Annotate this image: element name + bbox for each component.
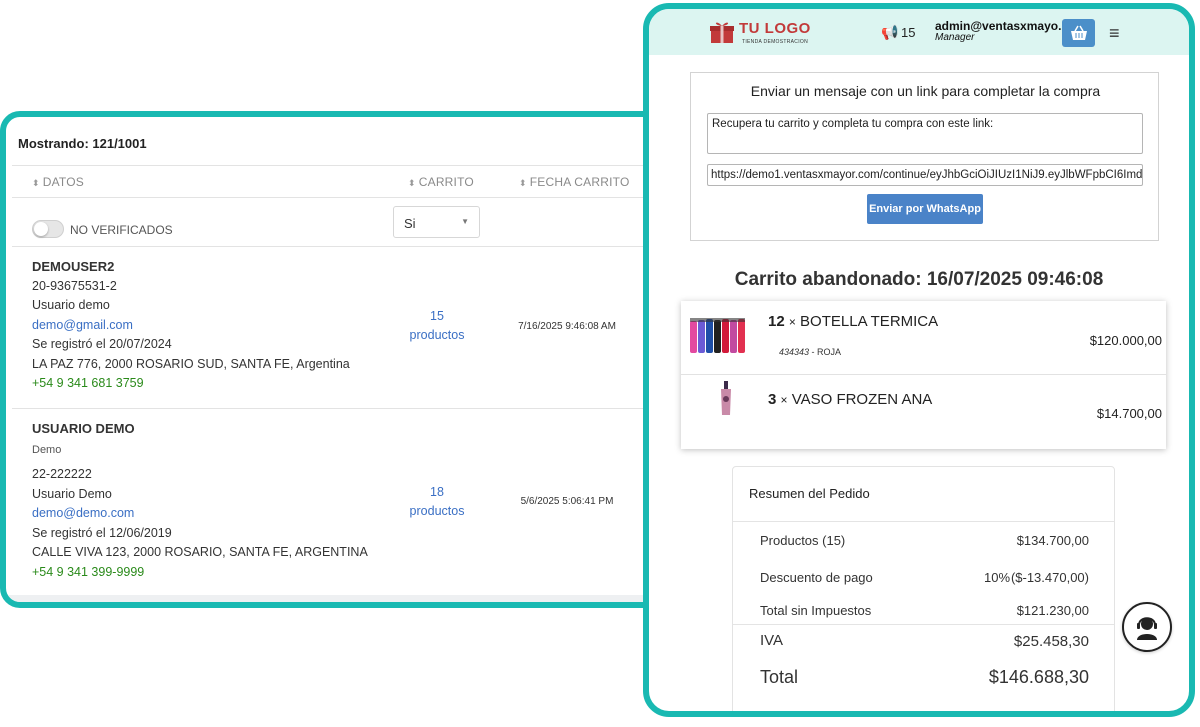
basket-button[interactable]: [1062, 19, 1095, 47]
cart-filter-value: Si: [404, 216, 416, 231]
item-variant: 434343 - ROJA: [779, 347, 841, 357]
basket-icon: [1070, 25, 1087, 40]
cart-count-unit: productos: [409, 328, 465, 342]
store-logo[interactable]: TU LOGO: [739, 20, 811, 37]
column-header-label: DATOS: [42, 175, 84, 189]
cart-date: 7/16/2025 9:46:08 AM: [518, 321, 616, 332]
message-textarea[interactable]: Recupera tu carrito y completa tu compra…: [707, 113, 1143, 154]
customer-registered: Se registró el 12/06/2019: [32, 525, 172, 540]
summary-iva-label: IVA: [760, 632, 784, 649]
summary-descuento-label: Descuento de pago: [760, 570, 873, 585]
sort-icon: ⬍: [408, 178, 416, 188]
column-header-fecha[interactable]: ⬍ FECHA CARRITO: [519, 175, 629, 189]
column-header-carrito[interactable]: ⬍ CARRITO: [408, 175, 474, 189]
user-role: Manager: [935, 32, 975, 43]
item-name[interactable]: VASO FROZEN ANA: [792, 391, 933, 408]
showing-count: Mostrando: 121/1001: [18, 136, 147, 151]
chevron-down-icon: ▼: [461, 217, 469, 226]
summary-title: Resumen del Pedido: [749, 486, 870, 501]
sort-icon: ⬍: [32, 178, 40, 188]
menu-icon[interactable]: ≡: [1109, 23, 1120, 44]
customer-subtitle: Demo: [32, 443, 62, 456]
unverified-toggle[interactable]: [32, 220, 64, 238]
customer-user: Usuario demo: [32, 298, 110, 312]
summary-total-label: Total: [760, 667, 799, 687]
item-sku: 434343: [779, 347, 810, 357]
divider: [12, 165, 672, 166]
customer-email-link[interactable]: demo@gmail.com: [32, 316, 350, 336]
store-logo-subtitle: TIENDA DEMOSTRACION: [742, 39, 808, 45]
table-row[interactable]: DEMOUSER2 20-93675531-2 Usuario demo dem…: [32, 257, 350, 394]
cart-date: 5/6/2025 5:06:41 PM: [520, 496, 614, 507]
product-image-bottles[interactable]: [689, 317, 751, 360]
summary-descuento-value: ($-13.470,00): [1010, 570, 1089, 585]
item-times: ×: [788, 315, 796, 329]
summary-sin-impuestos-value: $121.230,00: [1016, 603, 1089, 618]
item-name[interactable]: BOTELLA TERMICA: [800, 313, 938, 330]
customer-phone-link[interactable]: +54 9 341 399-9999: [32, 563, 368, 583]
item-price: $14.700,00: [1096, 406, 1162, 421]
message-box-title: Enviar un mensaje con un link para compl…: [750, 83, 1101, 99]
item-line: 12 × BOTELLA TERMICA: [768, 313, 938, 330]
item-qty: 3: [768, 391, 777, 408]
user-email[interactable]: admin@ventasxmayo...: [935, 19, 1068, 33]
store-panel: TU LOGO TIENDA DEMOSTRACION 📢 15 admin@v…: [643, 3, 1195, 717]
customer-user: Usuario Demo: [32, 486, 112, 501]
megaphone-icon[interactable]: 📢: [881, 24, 898, 41]
toggle-knob: [34, 222, 48, 236]
divider: [681, 374, 1166, 375]
divider: [12, 197, 672, 198]
customer-list-panel: Mostrando: 121/1001 ⬍ DATOS ⬍ CARRITO ⬍ FEC…: [0, 111, 680, 608]
product-image-cup[interactable]: [719, 381, 733, 422]
summary-descuento-pct: 10%: [984, 570, 1011, 585]
customer-tax-id: 20-93675531-2: [32, 278, 117, 293]
link-input[interactable]: https://demo1.ventasxmayor.com/continue/…: [707, 164, 1143, 186]
item-price: $120.000,00: [1089, 333, 1162, 348]
cart-count-value: 18: [430, 485, 444, 499]
support-chat-button[interactable]: [1122, 602, 1172, 652]
cart-count-unit: productos: [409, 504, 465, 518]
cart-filter-select[interactable]: Si ▼: [393, 206, 480, 238]
sort-icon: ⬍: [519, 178, 527, 188]
cart-items: 12 × BOTELLA TERMICA 434343 - ROJA $120.…: [681, 301, 1166, 449]
send-whatsapp-button[interactable]: Enviar por WhatsApp: [867, 194, 983, 224]
column-header-label: FECHA CARRITO: [529, 175, 630, 189]
headset-icon: [1137, 617, 1157, 640]
abandoned-cart-title: Carrito abandonado: 16/07/2025 09:46:08: [734, 269, 1104, 290]
item-variant-name: - ROJA: [809, 347, 842, 357]
summary-total-value: $146.688,30: [988, 667, 1089, 687]
notification-count[interactable]: 15: [901, 25, 915, 40]
divider: [12, 408, 672, 409]
list-footer: [6, 595, 666, 602]
divider: [733, 521, 1114, 522]
item-qty: 12: [768, 313, 785, 330]
summary-sin-impuestos-label: Total sin Impuestos: [760, 603, 872, 618]
cart-count-link[interactable]: 18 productos: [402, 483, 472, 521]
item-line: 3 × VASO FROZEN ANA: [768, 391, 932, 408]
customer-email-link[interactable]: demo@demo.com: [32, 504, 368, 524]
summary-productos-value: $134.700,00: [1016, 533, 1089, 548]
table-row[interactable]: USUARIO DEMO Demo 22-222222 Usuario Demo…: [32, 419, 368, 582]
divider: [12, 246, 672, 247]
order-summary: Resumen del Pedido Productos (15) $134.7…: [732, 466, 1115, 711]
recovery-message-box: Enviar un mensaje con un link para compl…: [690, 72, 1159, 241]
customer-registered: Se registró el 20/07/2024: [32, 337, 172, 351]
customer-name: DEMOUSER2: [32, 259, 115, 274]
item-times: ×: [780, 393, 788, 407]
store-header: TU LOGO TIENDA DEMOSTRACION 📢 15 admin@v…: [649, 9, 1189, 55]
summary-iva-value: $25.458,30: [1013, 633, 1089, 650]
cart-count-link[interactable]: 15 productos: [402, 307, 472, 345]
unverified-toggle-label: NO VERIFICADOS: [70, 223, 173, 237]
customer-address: CALLE VIVA 123, 2000 ROSARIO, SANTA FE, …: [32, 545, 368, 559]
customer-name: USUARIO DEMO: [32, 421, 135, 436]
customer-address: LA PAZ 776, 2000 ROSARIO SUD, SANTA FE, …: [32, 356, 350, 371]
gift-icon: [709, 19, 735, 50]
cart-count-value: 15: [430, 309, 444, 323]
column-header-label: CARRITO: [418, 175, 474, 189]
customer-tax-id: 22-222222: [32, 467, 92, 481]
summary-productos-label: Productos (15): [760, 533, 846, 548]
customer-phone-link[interactable]: +54 9 341 681 3759: [32, 374, 350, 394]
divider: [733, 624, 1114, 625]
column-header-datos[interactable]: ⬍ DATOS: [32, 175, 84, 189]
